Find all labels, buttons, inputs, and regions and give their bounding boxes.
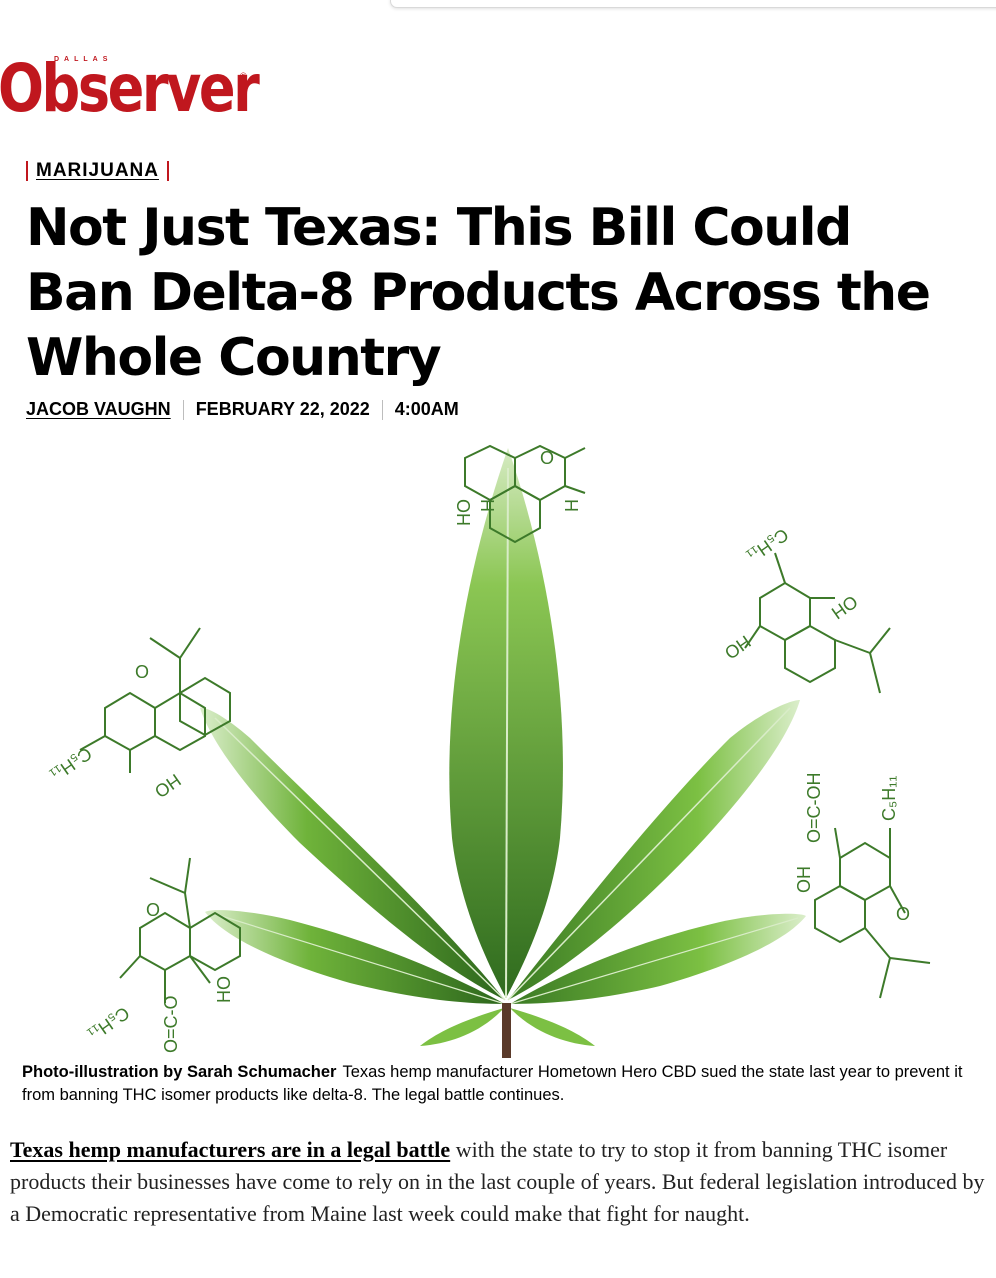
publish-date: FEBRUARY 22, 2022 <box>195 399 370 419</box>
legal-battle-link[interactable]: Texas hemp manufacturers are in a legal … <box>10 1137 450 1162</box>
byline-divider <box>182 399 184 420</box>
molecule-label: HO <box>151 770 185 802</box>
molecule-label: HO <box>454 499 474 526</box>
byline-divider <box>381 399 383 420</box>
logo-registered-mark: ® <box>240 71 247 81</box>
category-divider-right <box>167 161 169 181</box>
leaf-small-left <box>420 1008 504 1046</box>
publish-time: 4:00AM <box>394 399 459 419</box>
logo-wordmark: Observer <box>0 50 260 127</box>
molecule-label: HO <box>721 631 755 663</box>
leaf-stem <box>502 1003 511 1058</box>
molecule-label: C₅H₁₁ <box>85 1003 134 1045</box>
browser-top-bar <box>390 0 996 8</box>
molecule-label: H <box>562 499 582 512</box>
leaf-small-right <box>510 1008 595 1046</box>
cannabis-leaf-illustration: HO H H O C₅H₁₁ HO O C₅H₁₁ OH HO C₅H₁₁ HO… <box>47 444 931 1058</box>
article-image: HO H H O C₅H₁₁ HO O C₅H₁₁ OH HO C₅H₁₁ HO… <box>0 438 996 1058</box>
category-tag: MARIJUANA <box>26 159 169 183</box>
molecule-label: HO <box>214 976 234 1003</box>
molecule-label: O <box>135 662 149 682</box>
molecule-label: OH <box>828 591 862 623</box>
photo-credit: Photo-illustration by Sarah Schumacher <box>22 1063 337 1081</box>
molecule-label: O <box>896 904 910 924</box>
leaf-center <box>449 448 563 999</box>
molecule-label: O <box>540 448 554 468</box>
molecule-label: C₅H₁₁ <box>47 743 96 785</box>
molecule-label: C₅H₁₁ <box>744 524 793 566</box>
article-body-paragraph: Texas hemp manufacturers are in a legal … <box>10 1134 990 1230</box>
molecule-label: H <box>478 499 498 512</box>
image-caption: Photo-illustration by Sarah Schumacher Te… <box>22 1061 972 1107</box>
category-divider-left <box>26 161 28 181</box>
site-logo[interactable]: DALLAS Observer ® <box>0 26 260 122</box>
byline: JACOB VAUGHN FEBRUARY 22, 2022 4:00AM <box>26 399 459 420</box>
molecule-label: C₅H₁₁ <box>879 776 899 821</box>
molecule-label: OH <box>794 866 814 893</box>
article-headline: Not Just Texas: This Bill Could Ban Delt… <box>26 198 931 388</box>
molecule-label: O <box>146 900 160 920</box>
category-link[interactable]: MARIJUANA <box>36 160 159 182</box>
author-link[interactable]: JACOB VAUGHN <box>26 399 171 420</box>
molecule-label: O=C-OH <box>804 772 824 843</box>
molecule-label: O=C-O <box>161 995 181 1053</box>
